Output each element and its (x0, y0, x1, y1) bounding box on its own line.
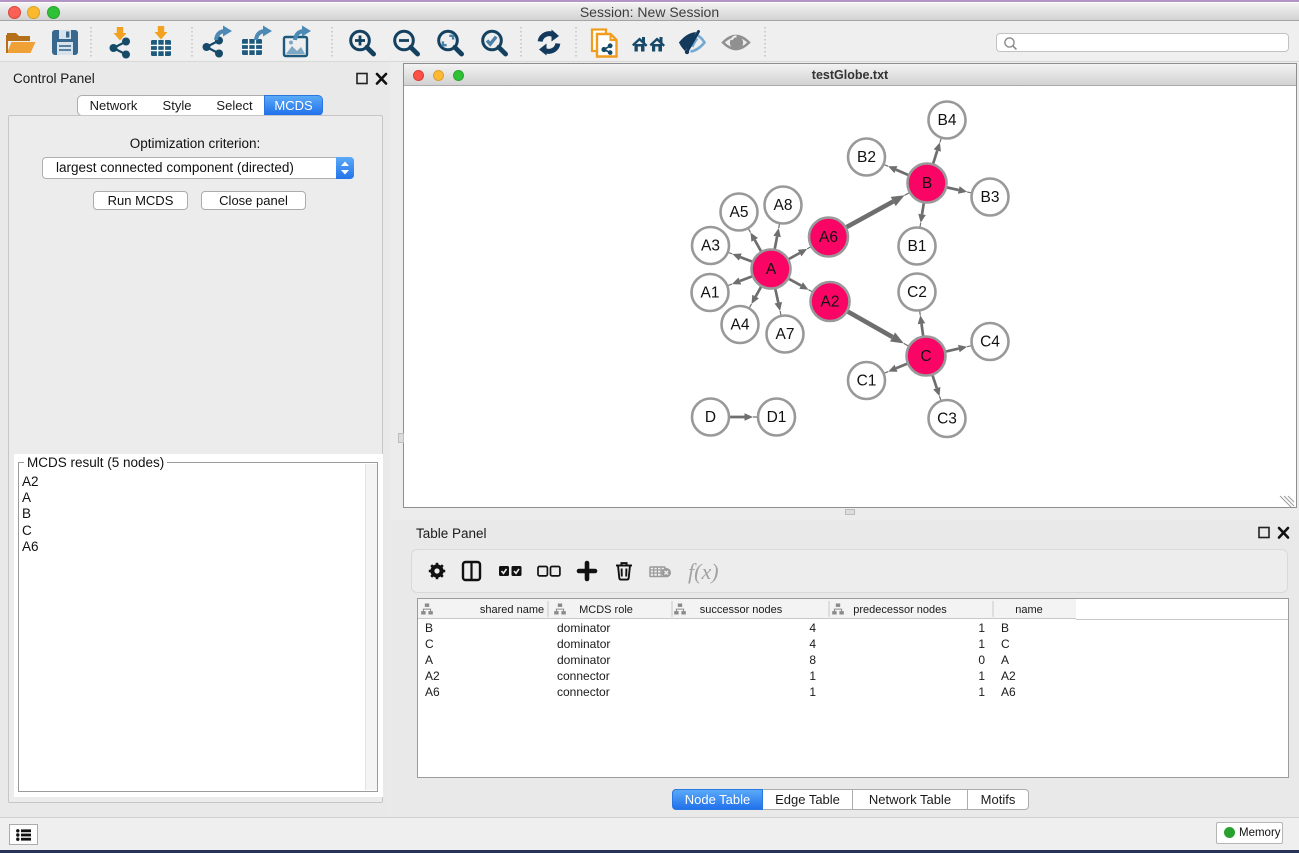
svg-text:connector: connector (557, 685, 610, 699)
svg-text:successor nodes: successor nodes (700, 604, 783, 616)
svg-text:D: D (705, 409, 716, 426)
svg-text:1: 1 (978, 637, 985, 651)
svg-text:1: 1 (809, 669, 816, 683)
svg-text:f(x): f(x) (688, 559, 719, 584)
svg-text:B2: B2 (857, 149, 876, 166)
svg-text:A3: A3 (701, 238, 720, 255)
svg-text:A8: A8 (774, 197, 793, 214)
svg-text:D1: D1 (767, 409, 787, 426)
svg-text:A5: A5 (730, 204, 749, 221)
svg-text:1: 1 (978, 621, 985, 635)
svg-text:0: 0 (978, 653, 985, 667)
svg-text:A: A (766, 261, 777, 278)
svg-text:B: B (425, 621, 433, 635)
svg-text:A2: A2 (821, 294, 840, 311)
svg-text:C: C (425, 637, 434, 651)
svg-text:4: 4 (809, 637, 816, 651)
svg-text:C1: C1 (857, 373, 877, 390)
svg-text:B4: B4 (938, 112, 957, 129)
svg-text:dominator: dominator (557, 653, 610, 667)
svg-text:dominator: dominator (557, 621, 610, 635)
svg-text:A: A (425, 653, 433, 667)
svg-text:connector: connector (557, 669, 610, 683)
svg-text:C: C (1001, 637, 1010, 651)
svg-text:1: 1 (809, 685, 816, 699)
svg-text:1: 1 (978, 669, 985, 683)
svg-text:shared name: shared name (480, 604, 544, 616)
svg-text:C4: C4 (980, 334, 1000, 351)
svg-text:C3: C3 (937, 411, 957, 428)
svg-text:A2: A2 (1001, 669, 1016, 683)
svg-text:B3: B3 (981, 189, 1000, 206)
svg-text:4: 4 (809, 621, 816, 635)
svg-text:A2: A2 (425, 669, 440, 683)
svg-text:A1: A1 (701, 285, 720, 302)
svg-text:1: 1 (978, 685, 985, 699)
svg-text:A6: A6 (425, 685, 440, 699)
svg-text:A: A (1001, 653, 1009, 667)
svg-text:A4: A4 (731, 317, 750, 334)
svg-text:B: B (1001, 621, 1009, 635)
svg-text:B: B (922, 175, 932, 192)
svg-text:A6: A6 (819, 229, 838, 246)
svg-text:B1: B1 (908, 238, 927, 255)
svg-text:predecessor nodes: predecessor nodes (853, 604, 947, 616)
svg-text:name: name (1015, 604, 1043, 616)
svg-text:MCDS role: MCDS role (579, 604, 633, 616)
svg-text:A6: A6 (1001, 685, 1016, 699)
svg-text:dominator: dominator (557, 637, 610, 651)
svg-text:C2: C2 (907, 284, 927, 301)
svg-text:8: 8 (809, 653, 816, 667)
svg-text:C: C (920, 348, 931, 365)
svg-text:A7: A7 (776, 326, 795, 343)
